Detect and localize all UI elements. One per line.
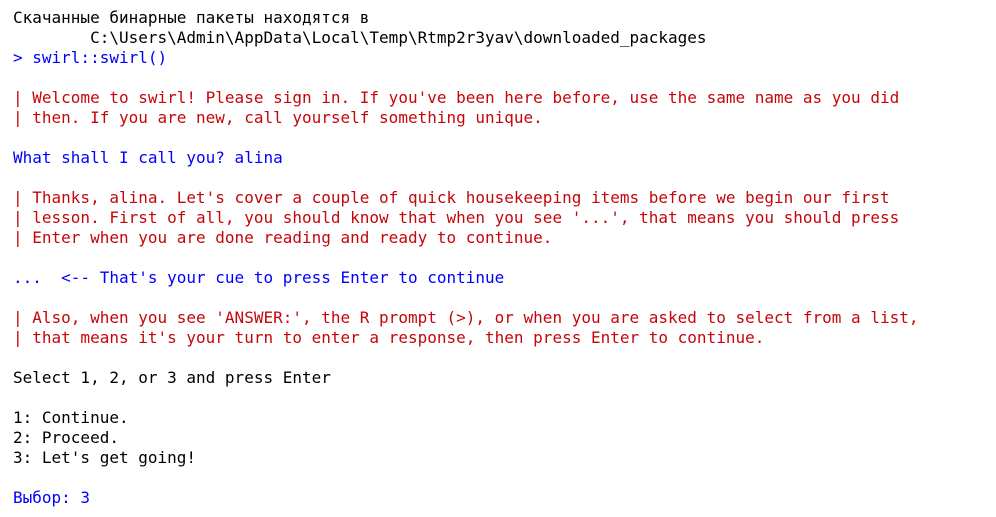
choice-input-line[interactable]: Выбор: 3 [13, 488, 918, 508]
prompt-symbol: > [13, 48, 33, 67]
thanks-message-line-3: | Enter when you are done reading and re… [13, 228, 553, 247]
command-line: > swirl::swirl() [13, 48, 918, 68]
menu-option-1: 1: Continue. [13, 408, 129, 427]
thanks-message-line-1: | Thanks, alina. Let's cover a couple of… [13, 188, 890, 207]
menu-option-2: 2: Proceed. [13, 428, 119, 447]
download-path: C:\Users\Admin\AppData\Local\Temp\Rtmp2r… [13, 28, 707, 47]
menu-option-3: 3: Let's get going! [13, 448, 197, 467]
welcome-message-line-2: | then. If you are new, call yourself so… [13, 108, 543, 127]
also-message-line-1: | Also, when you see 'ANSWER:', the R pr… [13, 308, 919, 327]
continue-cue: ... <-- That's your cue to press Enter t… [13, 268, 505, 287]
r-console-output[interactable]: Скачанные бинарные пакеты находятся в C:… [13, 8, 918, 508]
welcome-message-line-1: | Welcome to swirl! Please sign in. If y… [13, 88, 900, 107]
command-text: swirl::swirl() [32, 48, 168, 67]
also-message-line-2: | that means it's your turn to enter a r… [13, 328, 765, 347]
thanks-message-line-2: | lesson. First of all, you should know … [13, 208, 900, 227]
name-question: What shall I call you? alina [13, 148, 283, 167]
download-note: Скачанные бинарные пакеты находятся в [13, 8, 370, 27]
select-prompt: Select 1, 2, or 3 and press Enter [13, 368, 331, 387]
